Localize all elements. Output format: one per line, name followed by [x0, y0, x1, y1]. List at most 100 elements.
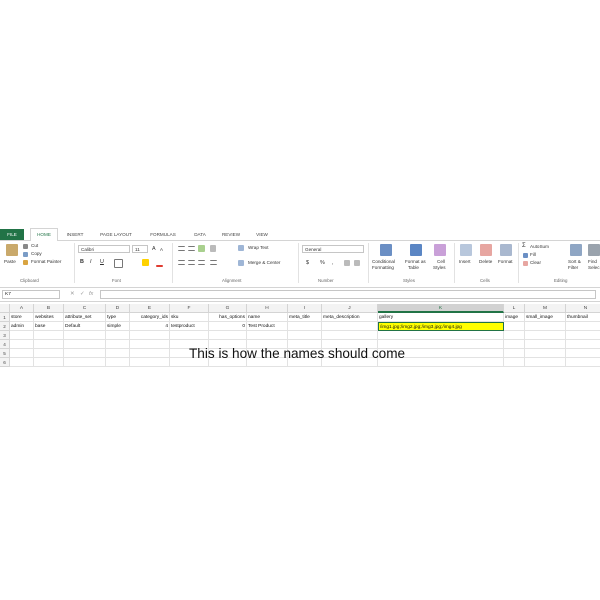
cell-f3[interactable]: [170, 331, 209, 340]
column-header-j[interactable]: J: [322, 304, 378, 313]
font-color-icon[interactable]: [156, 265, 163, 267]
cell-i3[interactable]: [288, 331, 322, 340]
column-header-i[interactable]: I: [288, 304, 322, 313]
align-top-icon[interactable]: [178, 246, 185, 251]
formula-input[interactable]: [100, 290, 596, 299]
grow-font-button[interactable]: A: [152, 246, 156, 252]
cell-n1[interactable]: thumbnail: [566, 313, 600, 322]
column-header-a[interactable]: A: [10, 304, 34, 313]
sort-filter-icon[interactable]: [570, 244, 582, 256]
merge-center-button[interactable]: Merge & Center: [248, 260, 280, 266]
cell-a4[interactable]: [10, 340, 34, 349]
cell-e6[interactable]: [130, 358, 170, 367]
cell-n2[interactable]: [566, 322, 600, 331]
cell-d4[interactable]: [106, 340, 130, 349]
cell-b3[interactable]: [34, 331, 64, 340]
cell-d5[interactable]: [106, 349, 130, 358]
cell-d6[interactable]: [106, 358, 130, 367]
tab-insert[interactable]: INSERT: [62, 229, 88, 240]
align-left-icon[interactable]: [178, 260, 185, 265]
cell-l3[interactable]: [504, 331, 525, 340]
cell-h3[interactable]: [247, 331, 288, 340]
cell-g1[interactable]: has_options: [209, 313, 247, 322]
row-header-3[interactable]: 3: [0, 331, 10, 340]
cell-h1[interactable]: name: [247, 313, 288, 322]
cut-button[interactable]: Cut: [31, 243, 38, 249]
format-cells-icon[interactable]: [500, 244, 512, 256]
cell-n3[interactable]: [566, 331, 600, 340]
cell-f1[interactable]: sku: [170, 313, 209, 322]
tab-page-layout[interactable]: PAGE LAYOUT: [94, 229, 138, 240]
row-header-5[interactable]: 5: [0, 349, 10, 358]
borders-icon[interactable]: [114, 259, 123, 268]
cell-j3[interactable]: [322, 331, 378, 340]
align-bottom-icon[interactable]: [198, 245, 205, 252]
insert-cells-icon[interactable]: [460, 244, 472, 256]
orientation-icon[interactable]: [210, 245, 216, 252]
delete-cells-icon[interactable]: [480, 244, 492, 256]
insert-function-icon[interactable]: fx: [89, 290, 93, 299]
cell-b1[interactable]: websites: [34, 313, 64, 322]
font-size-select[interactable]: 11: [132, 245, 148, 253]
cell-a6[interactable]: [10, 358, 34, 367]
cell-b5[interactable]: [34, 349, 64, 358]
cell-m6[interactable]: [525, 358, 566, 367]
cell-e4[interactable]: [130, 340, 170, 349]
row-header-4[interactable]: 4: [0, 340, 10, 349]
tab-view[interactable]: VIEW: [250, 229, 274, 240]
cell-d2[interactable]: simple: [106, 322, 130, 331]
tab-data[interactable]: DATA: [188, 229, 212, 240]
tab-home[interactable]: HOME: [30, 228, 58, 242]
cell-c5[interactable]: [64, 349, 106, 358]
cell-l2[interactable]: [504, 322, 525, 331]
comma-button[interactable]: ,: [332, 260, 334, 266]
cell-i2[interactable]: [288, 322, 322, 331]
column-header-l[interactable]: L: [504, 304, 525, 313]
delete-cells-button[interactable]: Delete: [479, 259, 492, 265]
cell-c6[interactable]: [64, 358, 106, 367]
enter-icon[interactable]: ✓: [80, 290, 85, 299]
cell-a1[interactable]: store: [10, 313, 34, 322]
tab-review[interactable]: REVIEW: [216, 229, 246, 240]
cell-d1[interactable]: type: [106, 313, 130, 322]
cell-m3[interactable]: [525, 331, 566, 340]
currency-button[interactable]: $: [306, 260, 309, 266]
cell-l6[interactable]: [504, 358, 525, 367]
cell-l5[interactable]: [504, 349, 525, 358]
column-header-d[interactable]: D: [106, 304, 130, 313]
cell-styles-label-2[interactable]: Styles: [433, 265, 446, 271]
number-format-select[interactable]: General: [302, 245, 364, 253]
cell-l1[interactable]: image: [504, 313, 525, 322]
cell-l4[interactable]: [504, 340, 525, 349]
format-as-table-label-2[interactable]: Table: [408, 265, 419, 271]
underline-button[interactable]: U: [100, 259, 104, 265]
fill-button[interactable]: Fill: [530, 252, 536, 258]
bold-button[interactable]: B: [80, 259, 84, 265]
cell-a2[interactable]: admin: [10, 322, 34, 331]
paste-icon[interactable]: [6, 244, 18, 256]
cell-e2[interactable]: 4: [130, 322, 170, 331]
paste-button[interactable]: Paste: [4, 259, 16, 265]
conditional-formatting-label-2[interactable]: Formatting: [372, 265, 394, 271]
cell-a3[interactable]: [10, 331, 34, 340]
cell-n6[interactable]: [566, 358, 600, 367]
copy-button[interactable]: Copy: [31, 251, 42, 257]
column-header-b[interactable]: B: [34, 304, 64, 313]
cell-b6[interactable]: [34, 358, 64, 367]
align-middle-icon[interactable]: [188, 246, 195, 251]
format-as-table-icon[interactable]: [410, 244, 422, 256]
sort-filter-label-2[interactable]: Filter: [568, 265, 578, 271]
cell-m1[interactable]: small_image: [525, 313, 566, 322]
cell-g3[interactable]: [209, 331, 247, 340]
find-select-icon[interactable]: [588, 244, 600, 256]
cell-e3[interactable]: [130, 331, 170, 340]
align-center-icon[interactable]: [188, 260, 195, 265]
tab-file[interactable]: FILE: [0, 229, 24, 240]
cell-g2[interactable]: 0: [209, 322, 247, 331]
cell-c1[interactable]: attribute_set: [64, 313, 106, 322]
column-header-e[interactable]: E: [130, 304, 170, 313]
column-header-n[interactable]: N: [566, 304, 600, 313]
find-select-label-2[interactable]: Selec: [588, 265, 600, 271]
italic-button[interactable]: I: [90, 259, 92, 265]
wrap-text-button[interactable]: Wrap Text: [248, 245, 269, 251]
